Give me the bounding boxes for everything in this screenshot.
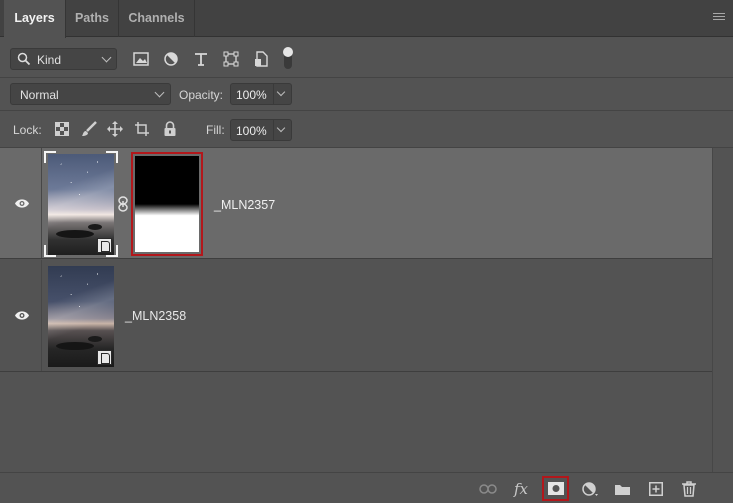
opacity-label: Opacity:: [179, 88, 224, 102]
chevron-down-icon: [276, 123, 286, 133]
filter-toggle[interactable]: [283, 47, 293, 69]
shape-filter-icon[interactable]: [221, 49, 241, 69]
tab-channels[interactable]: Channels: [119, 0, 195, 37]
fill-dropdown-button[interactable]: [274, 119, 292, 141]
tab-paths[interactable]: Paths: [66, 0, 119, 37]
eye-icon: [15, 311, 29, 320]
lock-paint-icon[interactable]: [80, 120, 98, 138]
delete-layer-icon[interactable]: [678, 478, 700, 500]
fx-label: fx: [513, 480, 528, 498]
adjustment-filter-icon[interactable]: [161, 49, 181, 69]
fx-icon[interactable]: fx: [510, 478, 532, 500]
eye-icon: [15, 199, 29, 208]
chevron-down-icon: [101, 52, 112, 63]
filter-kind-label: Kind: [37, 53, 62, 67]
fill-label: Fill:: [206, 123, 225, 137]
adjustment-layer-icon[interactable]: [579, 478, 601, 500]
layer-mask-thumbnail[interactable]: [131, 152, 203, 256]
lock-position-icon[interactable]: [106, 120, 124, 138]
chevron-down-icon: [154, 87, 165, 98]
filter-kind-select[interactable]: Kind: [10, 48, 117, 70]
opacity-input[interactable]: 100%: [230, 83, 274, 105]
group-folder-icon[interactable]: [611, 478, 633, 500]
layer-thumbnail[interactable]: [48, 154, 114, 255]
blend-mode-label: Normal: [20, 88, 59, 102]
lock-transparent-icon[interactable]: [53, 120, 71, 138]
new-layer-icon[interactable]: [645, 478, 667, 500]
visibility-toggle[interactable]: [0, 148, 42, 258]
layers-bottom-bar: fx: [0, 472, 733, 503]
layers-scrollbar[interactable]: [712, 148, 733, 472]
search-icon: [17, 52, 31, 66]
mask-link-icon[interactable]: [118, 196, 128, 212]
add-mask-icon[interactable]: [542, 476, 569, 501]
lock-label: Lock:: [13, 123, 42, 137]
fill-input[interactable]: 100%: [230, 119, 274, 141]
smart-object-badge-icon: [97, 350, 112, 365]
layer-row[interactable]: _MLN2357: [0, 148, 712, 259]
layer-thumbnail[interactable]: [48, 266, 114, 367]
visibility-toggle[interactable]: [0, 260, 42, 371]
link-layers-icon[interactable]: [477, 478, 499, 500]
lock-artboard-icon[interactable]: [133, 120, 151, 138]
opacity-dropdown-button[interactable]: [274, 83, 292, 105]
blend-mode-select[interactable]: Normal: [10, 83, 171, 105]
filter-row: Kind: [0, 38, 733, 78]
panel-menu-icon[interactable]: [713, 13, 725, 22]
image-filter-icon[interactable]: [131, 49, 151, 69]
lock-row: Lock: Fill: 100%: [0, 111, 733, 148]
layer-name[interactable]: _MLN2357: [214, 198, 275, 212]
panel-tab-bar: Layers Paths Channels: [0, 0, 733, 38]
tab-layers[interactable]: Layers: [4, 0, 66, 38]
blend-row: Normal Opacity: 100%: [0, 78, 733, 111]
layer-row[interactable]: _MLN2358: [0, 260, 712, 372]
type-filter-icon[interactable]: [191, 49, 211, 69]
smart-object-filter-icon[interactable]: [251, 49, 271, 69]
layer-name[interactable]: _MLN2358: [125, 309, 186, 323]
chevron-down-icon: [276, 87, 286, 97]
lock-all-icon[interactable]: [161, 120, 179, 138]
